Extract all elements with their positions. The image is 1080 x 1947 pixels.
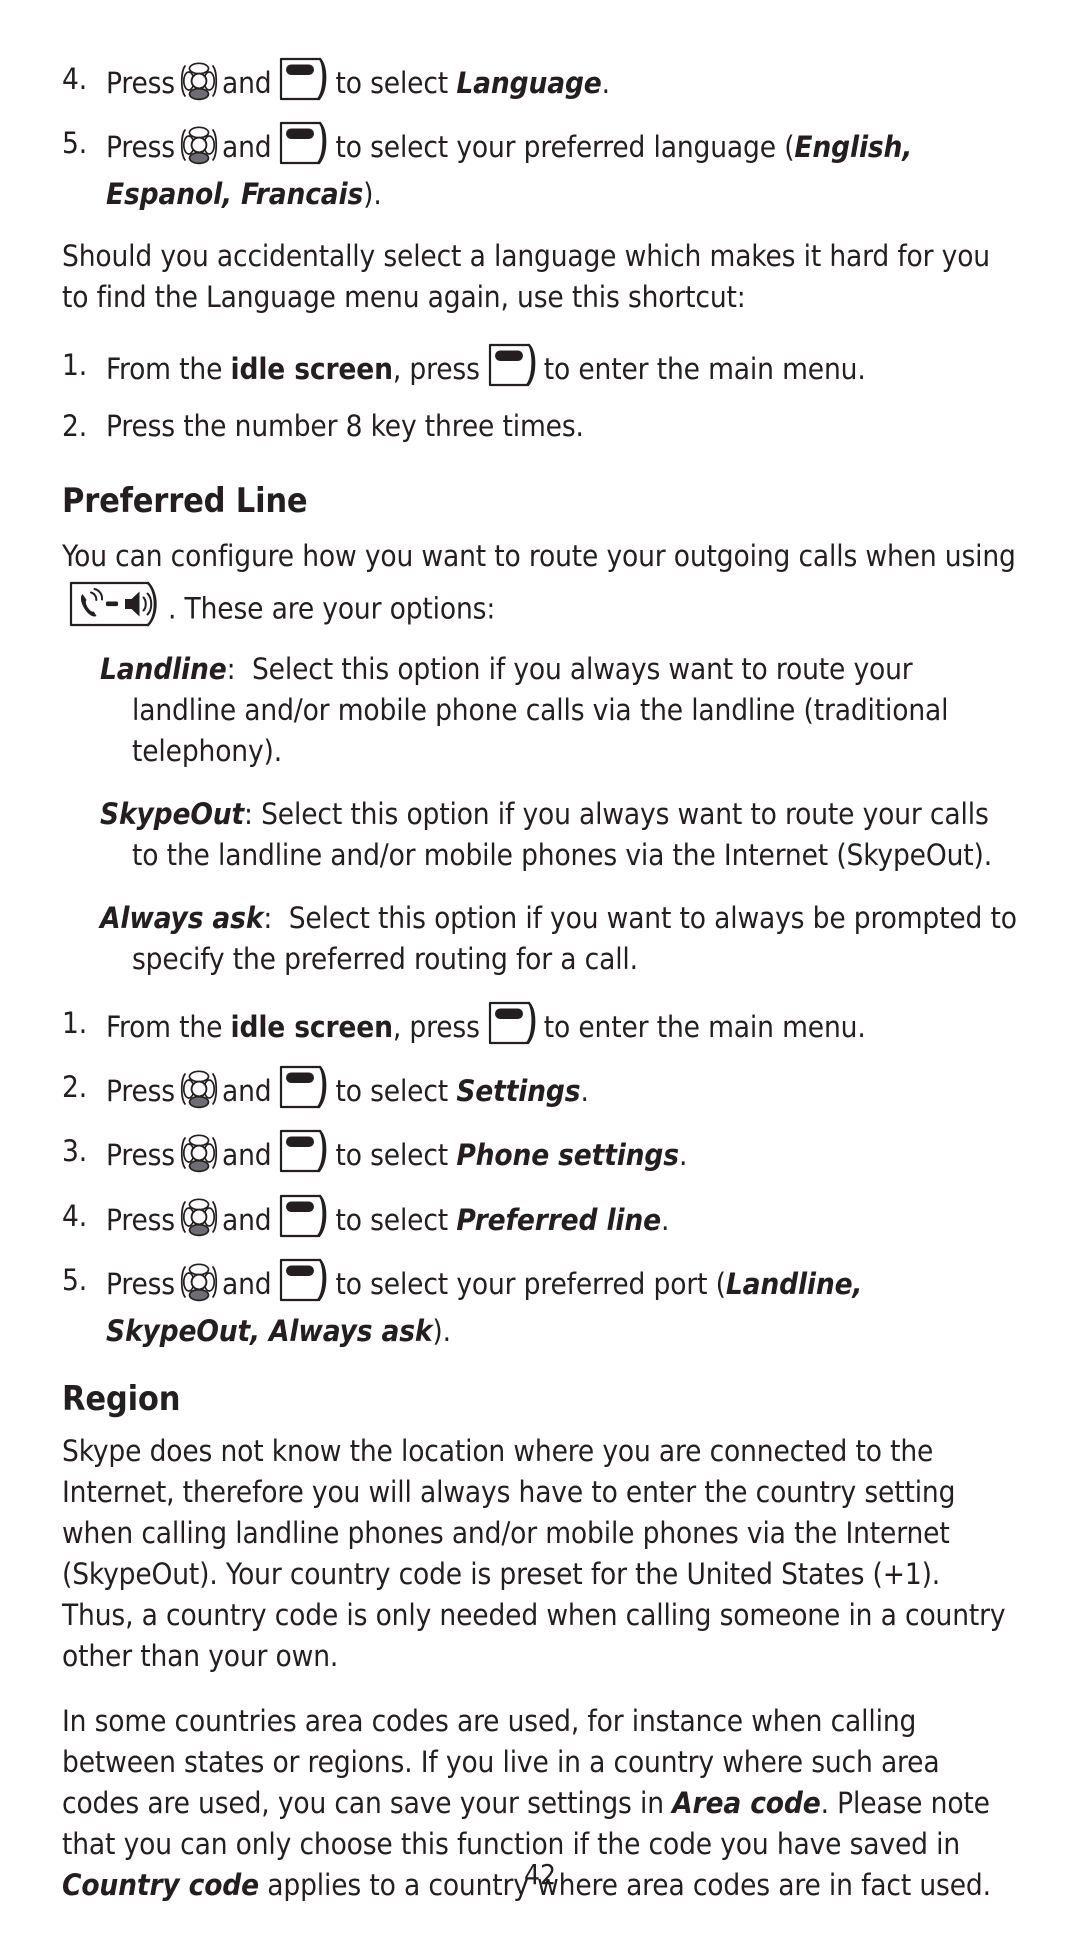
step-text-mid: and — [221, 1202, 272, 1237]
page-content: 4. Press and to select Language. 5. Pres… — [62, 56, 1018, 1906]
step-text-pre: Press — [106, 1138, 175, 1173]
step-number: 2. — [62, 1070, 88, 1105]
step-text-mid: , press — [392, 1010, 480, 1045]
step-emphasis: idle screen — [230, 352, 393, 387]
navigation-key-icon — [179, 1067, 219, 1111]
step-tail: . — [580, 1074, 589, 1109]
step-text-mid: and — [221, 66, 272, 101]
handset-speaker-key-icon — [68, 580, 164, 628]
soft-key-icon — [278, 56, 330, 102]
step-tail: ). — [432, 1313, 451, 1348]
step-emphasis: Preferred line — [456, 1202, 661, 1237]
step-text-pre: From the — [106, 352, 223, 387]
step-text-pre: Press — [106, 1074, 175, 1109]
step-preferred-4: 4. Press and to select Preferred line. — [62, 1193, 1018, 1244]
step-text-pre: From the — [106, 1010, 223, 1045]
soft-key-icon — [278, 1064, 330, 1110]
step-preferred-5: 5. Press and to select your preferred po… — [62, 1257, 1018, 1355]
step-text-post: to select — [335, 1138, 449, 1173]
step-shortcut-1: 1. From the idle screen, press to enter t… — [62, 342, 1018, 393]
option-skypeout: SkypeOut: Select this option if you alwa… — [62, 794, 1018, 876]
shortcut-steps-list: 1. From the idle screen, press to enter t… — [62, 342, 1018, 453]
step-text-mid: and — [221, 130, 272, 165]
option-term: Landline — [100, 652, 227, 687]
option-term: SkypeOut — [100, 797, 245, 832]
step-text-post: to select — [335, 66, 449, 101]
step-number: 5. — [62, 1262, 88, 1297]
step-text-post: to enter the main menu. — [543, 1010, 866, 1045]
step-emphasis: Settings — [456, 1074, 581, 1109]
soft-key-icon — [278, 1257, 330, 1303]
step-text-post: to enter the main menu. — [543, 352, 866, 387]
shortcut-intro-paragraph: Should you accidentally select a languag… — [62, 239, 990, 315]
soft-key-icon — [278, 1128, 330, 1174]
navigation-key-icon — [179, 1131, 219, 1175]
step-text-pre: Press — [106, 66, 175, 101]
intro-text-after: . These are your options: — [168, 592, 496, 627]
page-heading-preferred-line: Preferred Line — [62, 481, 308, 522]
step-emphasis: Language — [456, 66, 602, 101]
step-preferred-1: 1. From the idle screen, press to enter t… — [62, 1000, 1018, 1051]
option-landline: Landline: Select this option if you alwa… — [62, 649, 1018, 772]
step-tail: . — [660, 1202, 670, 1237]
step-number: 4. — [62, 62, 88, 96]
option-separator: : — [244, 797, 253, 832]
manual-page: 4. Press and to select Language. 5. Pres… — [0, 0, 1080, 1947]
step-text-mid: , press — [392, 352, 480, 387]
navigation-key-icon — [179, 123, 219, 167]
navigation-key-icon — [179, 1260, 219, 1304]
step-text-mid: and — [221, 1266, 272, 1301]
step-number: 4. — [62, 1198, 88, 1233]
intro-text-before: You can configure how you want to route … — [62, 539, 1016, 574]
preferred-line-options-list: Landline: Select this option if you alwa… — [62, 649, 1018, 980]
step-text-post: to select your preferred language ( — [335, 130, 795, 165]
soft-key-icon — [487, 1000, 539, 1046]
step-tail: ). — [363, 177, 382, 212]
language-steps-list: 4. Press and to select Language. 5. Pres… — [62, 56, 1018, 218]
step-language-5: 5. Press and to select your preferred la… — [62, 120, 1018, 218]
step-number: 1. — [62, 348, 88, 383]
soft-key-icon — [278, 1193, 330, 1239]
step-text-mid: and — [221, 1138, 272, 1173]
option-separator: : — [226, 652, 236, 687]
step-emphasis: Phone settings — [456, 1138, 679, 1173]
option-description: Select this option if you always want to… — [132, 652, 949, 769]
step-number: 5. — [62, 126, 88, 161]
preferred-line-intro: You can configure how you want to route … — [62, 533, 1018, 633]
step-preferred-3: 3. Press and to select Phone settings. — [62, 1128, 1018, 1179]
step-preferred-2: 2. Press and to select Settings. — [62, 1064, 1018, 1115]
step-text: Press the number 8 key three times. — [106, 409, 584, 444]
navigation-key-icon — [179, 1195, 219, 1239]
step-text-mid: and — [221, 1074, 272, 1109]
option-always-ask: Always ask: Select this option if you wa… — [62, 898, 1018, 980]
step-text-post: to select — [335, 1074, 449, 1109]
step-text-pre: Press — [106, 1266, 175, 1301]
navigation-key-icon — [179, 59, 219, 103]
soft-key-icon — [487, 342, 539, 388]
step-language-4: 4. Press and to select Language. — [62, 56, 1018, 107]
option-description: Select this option if you always want to… — [132, 797, 992, 873]
soft-key-icon — [278, 120, 330, 166]
step-number: 1. — [62, 1006, 88, 1041]
step-emphasis: idle screen — [230, 1010, 393, 1045]
step-tail: . — [601, 66, 610, 101]
step-tail: . — [678, 1138, 688, 1173]
step-text-pre: Press — [106, 1202, 175, 1237]
step-number: 3. — [62, 1134, 88, 1169]
page-heading-region: Region — [62, 1378, 181, 1419]
option-separator: : — [263, 901, 273, 936]
step-shortcut-2: 2. Press the number 8 key three times. — [62, 406, 1018, 453]
region-paragraph-1: Skype does not know the location where y… — [62, 1433, 1006, 1673]
step-text-post: to select — [335, 1202, 449, 1237]
region-p2-emphasis-area-code: Area code — [672, 1785, 821, 1820]
preferred-line-steps-list: 1. From the idle screen, press to enter t… — [62, 1000, 1018, 1355]
option-term: Always ask — [100, 901, 264, 936]
step-number: 2. — [62, 409, 88, 444]
page-number: 42 — [523, 1858, 557, 1891]
step-text-pre: Press — [106, 130, 175, 165]
step-text-post: to select your preferred port ( — [335, 1266, 726, 1301]
